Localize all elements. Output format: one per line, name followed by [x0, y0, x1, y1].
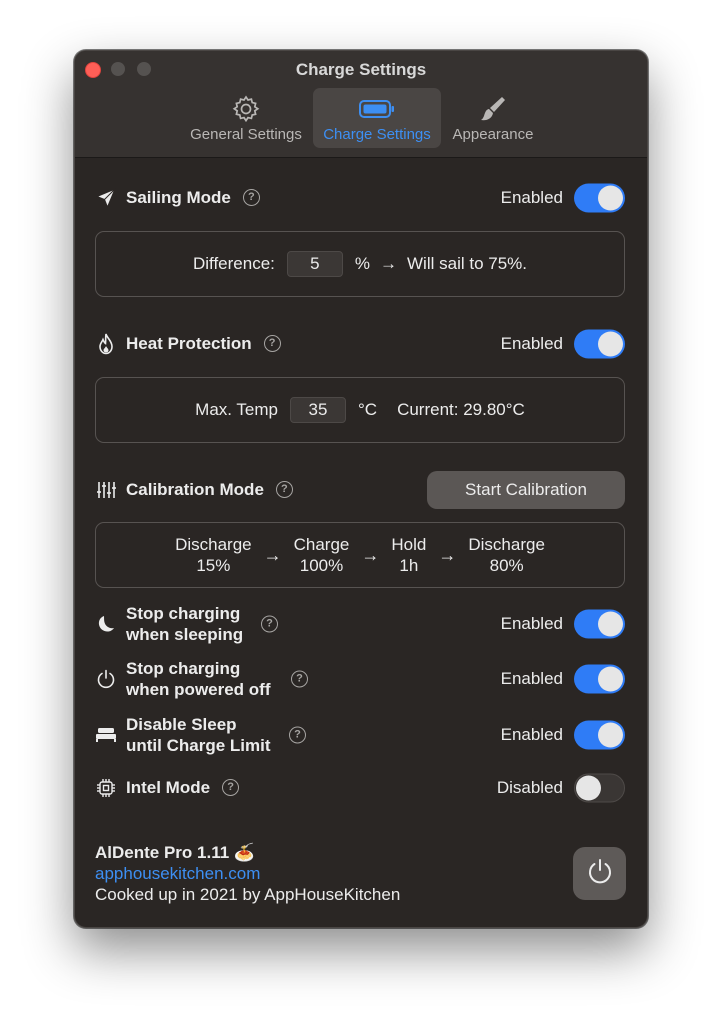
stop-charging-sleeping-row: Stop charging when sleeping ? Enabled: [95, 602, 625, 646]
arrow-right-icon: →: [263, 544, 282, 565]
calibration-mode-row: Calibration Mode? Start Calibration: [95, 470, 625, 510]
disable-sleep-status: Enabled: [500, 725, 563, 744]
sail-result-text: Will sail to 75%.: [407, 254, 527, 273]
intel-mode-title: Intel Mode?: [126, 778, 240, 798]
sailing-mode-toggle[interactable]: [574, 183, 625, 213]
calibration-step: Discharge 15%: [175, 535, 252, 575]
difference-input[interactable]: 5: [286, 251, 343, 277]
disable-sleep-help-icon[interactable]: ?: [289, 726, 306, 744]
stop-charging-powered-off-title: Stop charging when powered off: [126, 659, 271, 699]
heat-protection-title: Heat Protection?: [126, 334, 281, 354]
stop-charging-sleeping-toggle[interactable]: [574, 609, 625, 639]
stop-charging-sleeping-title: Stop charging when sleeping: [126, 604, 244, 644]
heat-protection-toggle[interactable]: [574, 329, 625, 359]
title-bar: Charge Settings General Settings Charge …: [75, 51, 647, 158]
stop-charging-sleeping-help-icon[interactable]: ?: [261, 615, 278, 633]
credit-text: Cooked up in 2021 by AppHouseKitchen: [95, 885, 401, 904]
battery-icon: [313, 93, 441, 125]
max-temp-label: Max. Temp: [195, 400, 278, 419]
disable-sleep-row: Disable Sleep until Charge Limit ? Enable…: [95, 713, 625, 757]
current-temp-text: Current: 29.80°C: [397, 400, 525, 419]
moon-icon: [95, 613, 117, 635]
flame-icon: [95, 333, 117, 355]
paintbrush-icon: [447, 93, 539, 125]
sliders-icon: [95, 479, 117, 501]
calibration-step: Discharge 80%: [468, 535, 545, 575]
spaghetti-emoji-icon: 🍝: [233, 843, 256, 862]
max-temp-input[interactable]: 35: [290, 397, 346, 423]
sailing-mode-panel: Difference: 5 % → Will sail to 75%.: [95, 231, 625, 297]
window-title: Charge Settings: [295, 60, 427, 79]
footer: AlDente Pro 1.11 🍝 apphousekitchen.com C…: [95, 842, 625, 905]
bed-icon: [95, 724, 117, 746]
calibration-mode-title: Calibration Mode?: [126, 480, 293, 500]
heat-protection-row: Heat Protection? Enabled: [95, 326, 625, 362]
start-calibration-button[interactable]: Start Calibration: [427, 471, 625, 509]
quit-power-button[interactable]: [573, 847, 626, 900]
stop-charging-powered-off-help-icon[interactable]: ?: [291, 670, 308, 688]
heat-protection-status: Enabled: [500, 334, 563, 353]
sailing-mode-row: Sailing Mode? Enabled: [95, 180, 625, 216]
difference-unit: %: [354, 254, 371, 273]
heat-protection-help-icon[interactable]: ?: [263, 335, 281, 353]
gear-icon: [185, 93, 307, 125]
temp-unit: °C: [358, 400, 378, 419]
difference-label: Difference:: [192, 254, 275, 273]
tab-label: General Settings: [190, 126, 302, 143]
stop-charging-sleeping-status: Enabled: [500, 614, 563, 633]
stop-charging-powered-off-toggle[interactable]: [574, 664, 625, 694]
intel-mode-help-icon[interactable]: ?: [222, 779, 240, 797]
stop-charging-powered-off-status: Enabled: [500, 669, 563, 688]
disable-sleep-toggle[interactable]: [574, 720, 625, 750]
tab-charge-settings[interactable]: Charge Settings: [313, 88, 441, 148]
tab-appearance[interactable]: Appearance: [447, 88, 539, 148]
sailing-mode-help-icon[interactable]: ?: [242, 189, 260, 207]
cpu-chip-icon: [95, 777, 117, 799]
stop-charging-powered-off-row: Stop charging when powered off ? Enabled: [95, 657, 625, 701]
power-icon: [95, 668, 117, 690]
settings-window: Charge Settings General Settings Charge …: [74, 50, 648, 928]
disable-sleep-title: Disable Sleep until Charge Limit: [126, 715, 271, 755]
intel-mode-toggle[interactable]: [574, 773, 625, 803]
tab-general-settings[interactable]: General Settings: [185, 88, 307, 148]
arrow-right-icon: →: [361, 544, 380, 565]
app-version: AlDente Pro 1.11 🍝: [95, 843, 256, 862]
calibration-steps-panel: Discharge 15% → Charge 100% → Hold 1h → Dis…: [95, 522, 625, 588]
power-icon: [586, 857, 614, 890]
sailing-mode-status: Enabled: [500, 188, 563, 207]
sailing-mode-title: Sailing Mode?: [126, 188, 260, 208]
arrow-right-icon: →: [380, 254, 398, 273]
paper-plane-icon: [95, 187, 117, 209]
intel-mode-status: Disabled: [496, 778, 563, 797]
website-link[interactable]: apphousekitchen.com: [95, 863, 625, 884]
tab-label: Appearance: [452, 126, 534, 143]
calibration-step: Hold 1h: [391, 535, 427, 575]
intel-mode-row: Intel Mode? Disabled: [95, 770, 625, 806]
calibration-step: Charge 100%: [293, 535, 350, 575]
tab-label: Charge Settings: [323, 126, 431, 143]
calibration-mode-help-icon[interactable]: ?: [275, 481, 293, 499]
heat-protection-panel: Max. Temp 35 °C Current: 29.80°C: [95, 377, 625, 443]
arrow-right-icon: →: [438, 544, 457, 565]
